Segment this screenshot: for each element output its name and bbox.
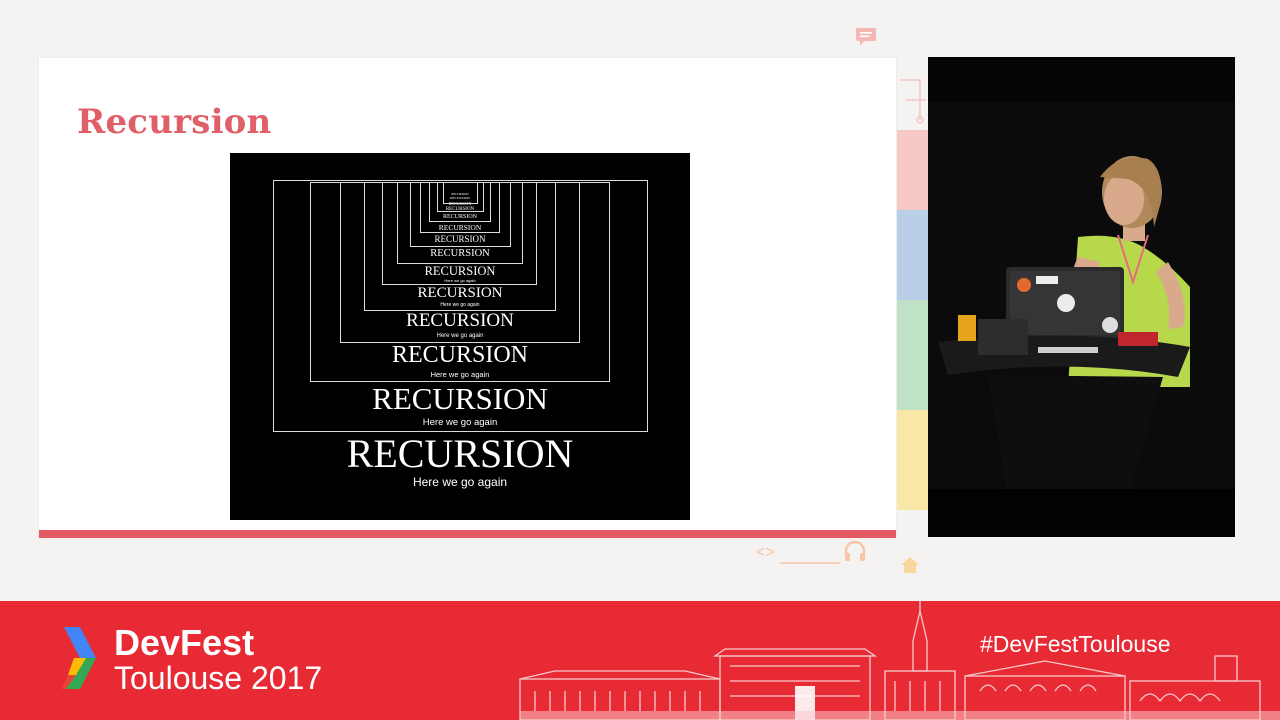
event-subtitle: Toulouse 2017 [114,660,323,696]
recursion-tagline-3: Here we go again [430,370,490,379]
recursion-word-3: RECURSION [391,342,529,368]
recursion-word-5: RECURSION [417,285,503,301]
recursion-image: RECURSION Here we go again RECURSION Her… [230,153,690,520]
slide-accent-bar [39,530,896,538]
recursion-word-7: RECURSION [430,248,490,259]
recursion-word-14: RECURSION [451,192,469,196]
recursion-tagline-1: Here we go again [412,475,508,489]
recursion-word-11: RECURSION [445,207,475,212]
recursion-word-9: RECURSION [438,223,482,232]
recursion-word-6: RECURSION [424,264,496,278]
recursion-word-13: RECURSION [450,196,470,200]
speaker-video [928,57,1235,537]
recursion-tagline-5: Here we go again [440,302,480,308]
recursion-word-2: RECURSION [372,381,548,416]
chat-bubble-icon [856,28,876,49]
stage-background: <> Recursion RECURSION Here we go again [0,0,1280,600]
recursion-word-4: RECURSION [406,310,514,331]
recursion-word-8: RECURSION [434,234,486,244]
presentation-slide: Recursion RECURSION Here we go again REC… [39,58,896,538]
circuit-decoration [896,60,928,530]
recursion-word-1: RECURSION [346,431,574,476]
recursion-tagline-2: Here we go again [422,417,498,428]
city-skyline-illustration [515,601,1280,720]
recursion-word-12: RECURSION [448,201,472,206]
devfest-logo-icon [62,625,102,691]
headphones-icon [843,540,867,565]
event-name: DevFest [114,622,255,663]
speaker-scene [928,57,1235,537]
home-icon [900,556,920,577]
event-footer: DevFest Toulouse 2017 #DevFestToulouse [0,601,1280,720]
slide-title: Recursion [77,102,272,142]
recursion-word-10: RECURSION [442,214,477,220]
recursion-tagline-6: Here we go again [444,278,476,283]
recursion-tagline-4: Here we go again [436,333,484,339]
event-hashtag: #DevFestToulouse [980,631,1171,657]
code-brackets-icon: <> [756,544,775,561]
